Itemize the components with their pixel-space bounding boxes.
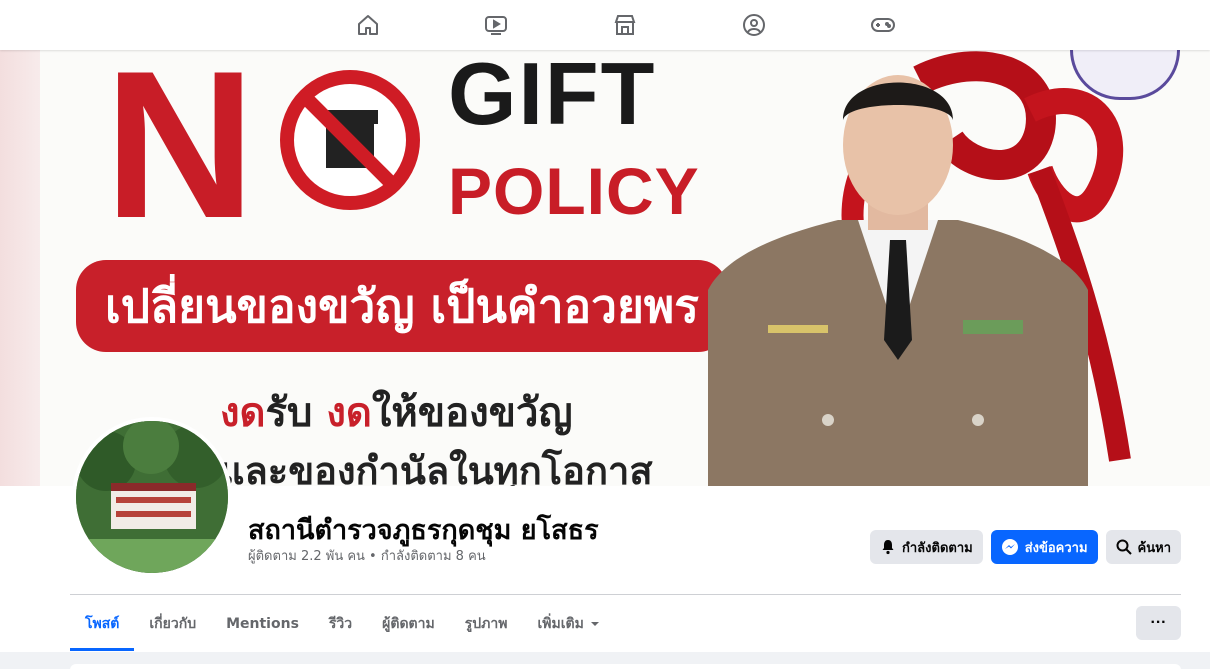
home-icon[interactable] xyxy=(354,11,382,39)
cover-gift-text: GIFT xyxy=(448,50,657,143)
profile-avatar[interactable] xyxy=(72,417,232,577)
tab-label: เกี่ยวกับ xyxy=(149,615,197,632)
tab-followers[interactable]: ผู้ติดตาม xyxy=(367,596,450,651)
tab-photos[interactable]: รูปภาพ xyxy=(450,596,523,651)
tab-label: เพิ่มเติม xyxy=(537,615,584,632)
groups-icon[interactable] xyxy=(740,11,768,39)
following-button-label: กำลังติดตาม xyxy=(902,540,973,556)
tab-label: Mentions xyxy=(226,615,299,632)
tab-more[interactable]: เพิ่มเติม xyxy=(522,596,614,651)
message-button[interactable]: ส่งข้อความ xyxy=(990,530,1098,564)
cover-photo[interactable]: N GIFT POLICY เปลี่ยนของขวัญ เป็นคำอวยพร… xyxy=(40,50,1210,486)
search-button-label: ค้นหา xyxy=(1137,540,1171,556)
page-actions: กำลังติดตาม ส่งข้อความ ค้นหา xyxy=(870,530,1181,564)
watch-icon[interactable] xyxy=(482,11,510,39)
caret-down-icon xyxy=(590,621,599,626)
tab-label: รีวิว xyxy=(328,615,353,632)
cover-line-1: งดรับ งดให้ของขวัญ xyxy=(220,390,573,436)
tab-label: ผู้ติดตาม xyxy=(382,615,435,632)
cover-line-2: และของกำนัลในทุกโอกาส xyxy=(220,449,653,486)
bell-icon xyxy=(882,540,894,555)
following-button[interactable]: กำลังติดตาม xyxy=(870,530,983,564)
cover-red-banner: เปลี่ยนของขวัญ เป็นคำอวยพร xyxy=(76,260,728,352)
tab-label: รูปภาพ xyxy=(464,615,508,632)
message-button-label: ส่งข้อความ xyxy=(1024,540,1088,556)
no-gift-sign-icon xyxy=(280,70,420,210)
search-button[interactable]: ค้นหา xyxy=(1105,530,1181,564)
cover-policy-text: POLICY xyxy=(448,154,700,228)
marketplace-icon[interactable] xyxy=(611,11,639,39)
tab-posts[interactable]: โพสต์ xyxy=(70,596,135,651)
messenger-icon xyxy=(1001,539,1018,555)
tab-reviews[interactable]: รีวิว xyxy=(314,596,367,651)
tab-label: โพสต์ xyxy=(85,615,120,632)
content-card-top xyxy=(70,664,1181,669)
officer-portrait xyxy=(708,75,1088,486)
top-navigation-bar xyxy=(0,0,1210,50)
cover-banner-text: เปลี่ยนของขวัญ เป็นคำอวยพร xyxy=(105,278,699,333)
gaming-icon[interactable] xyxy=(869,11,897,39)
more-options-button[interactable]: ··· xyxy=(1136,606,1181,640)
page-tabs: โพสต์ เกี่ยวกับ Mentions รีวิว ผู้ติดตาม… xyxy=(70,596,615,651)
tab-mentions[interactable]: Mentions xyxy=(211,596,314,651)
page-follower-stats[interactable]: ผู้ติดตาม 2.2 พัน คน • กำลังติดตาม 8 คน xyxy=(248,545,486,566)
cover-no-letter: N xyxy=(104,50,256,262)
search-icon xyxy=(1116,539,1132,555)
tabs-divider xyxy=(70,594,1181,595)
tab-about[interactable]: เกี่ยวกับ xyxy=(134,596,211,651)
